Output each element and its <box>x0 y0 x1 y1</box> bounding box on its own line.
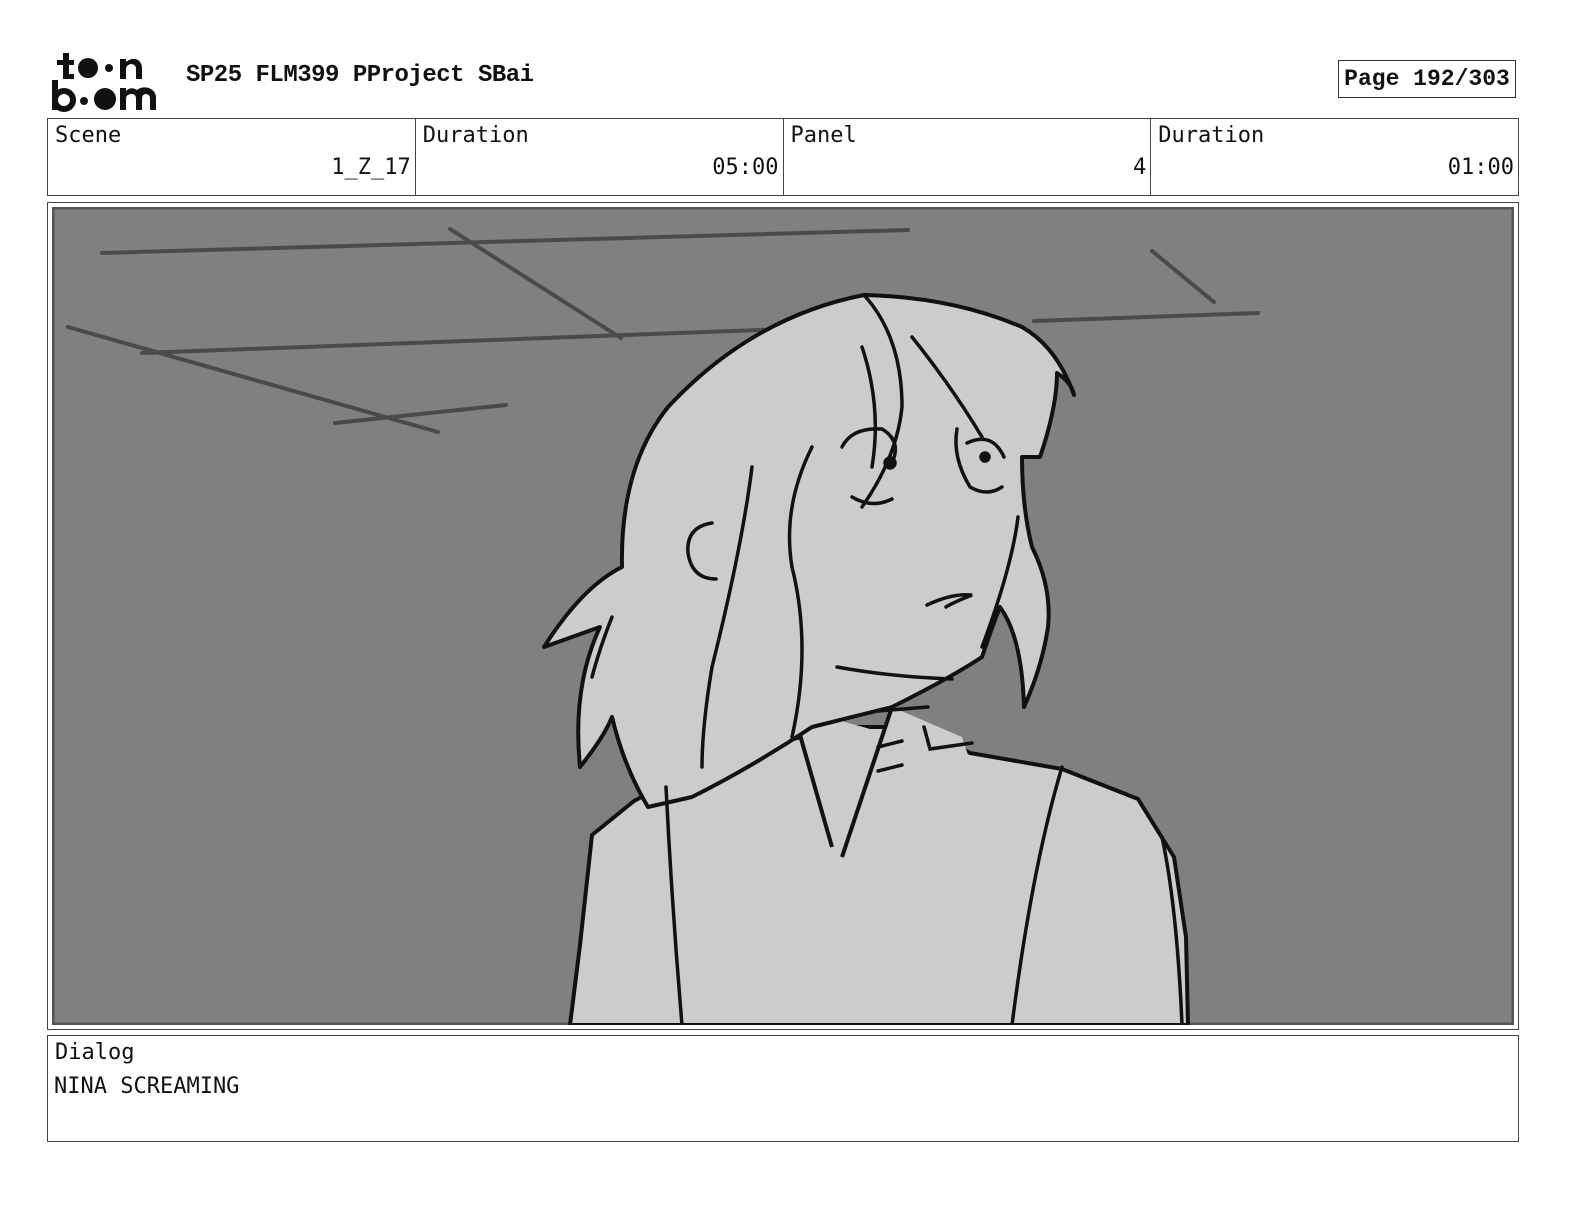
scene-duration-label: Duration <box>422 123 529 148</box>
panel-duration-value: 01:00 <box>1447 155 1514 180</box>
panel-value: 4 <box>1133 155 1147 180</box>
scene-duration-cell: Duration 05:00 <box>416 119 784 195</box>
panel-sketch <box>52 207 1514 1025</box>
panel-duration-label: Duration <box>1158 123 1265 148</box>
panel-info-row: Scene 1_Z_17 Duration 05:00 Panel 4 Dura… <box>47 118 1519 196</box>
scene-duration-value: 05:00 <box>712 155 779 180</box>
dialog-text: NINA SCREAMING <box>54 1074 240 1099</box>
dialog-label: Dialog <box>55 1040 135 1065</box>
panel-cell: Panel 4 <box>784 119 1152 195</box>
dialog-box: Dialog NINA SCREAMING <box>47 1035 1519 1142</box>
panel-duration-cell: Duration 01:00 <box>1151 119 1518 195</box>
page-counter: Page 192/303 <box>1338 60 1516 98</box>
scene-label: Scene <box>55 123 122 148</box>
panel-label: Panel <box>790 123 857 148</box>
scene-cell: Scene 1_Z_17 <box>48 119 416 195</box>
toon-boom-logo <box>52 53 156 112</box>
project-title: SP25 FLM399 PProject SBai <box>186 62 534 89</box>
storyboard-panel <box>47 202 1519 1030</box>
scene-value: 1_Z_17 <box>331 155 411 180</box>
